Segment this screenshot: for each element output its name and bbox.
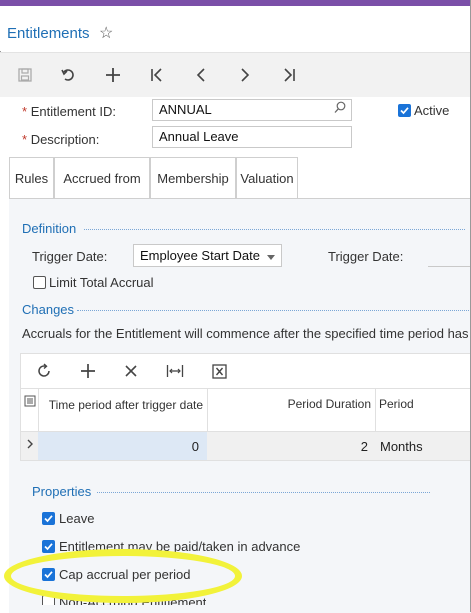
first-record-icon[interactable]: [144, 53, 170, 97]
definition-section-title: Definition: [22, 221, 77, 236]
undo-icon[interactable]: [56, 53, 82, 97]
entitlement-id-input[interactable]: ANNUAL: [152, 99, 352, 121]
row-expand-chevron-icon[interactable]: [26, 438, 34, 453]
limit-total-accrual-checkbox[interactable]: Limit Total Accrual: [33, 275, 154, 290]
leave-checkbox-box[interactable]: [42, 512, 55, 525]
tab-rules[interactable]: Rules: [9, 157, 54, 199]
dropdown-arrow-icon: [267, 248, 275, 264]
trigger-date-select[interactable]: Employee Start Date: [133, 244, 282, 267]
entitlement-id-label-text: Entitlement ID:: [30, 104, 116, 119]
tab-membership[interactable]: Membership: [150, 157, 236, 199]
active-label: Active: [414, 103, 450, 118]
trigger-date-2-field[interactable]: [428, 266, 471, 267]
fit-columns-icon[interactable]: [166, 364, 184, 381]
row-selector-header-icon[interactable]: [24, 395, 36, 410]
record-toolbar: [0, 52, 471, 98]
cell-period-duration[interactable]: 2: [211, 439, 368, 454]
page-title: Entitlements: [7, 25, 90, 42]
changes-divider: [77, 310, 471, 311]
required-mark: *: [22, 104, 28, 119]
previous-record-icon[interactable]: [188, 53, 214, 97]
grid-header: Time period after trigger date Period Du…: [20, 389, 471, 432]
limit-total-accrual-box[interactable]: [33, 276, 46, 289]
required-mark: *: [22, 132, 28, 147]
column-separator: [375, 389, 376, 432]
leave-checkbox[interactable]: Leave: [42, 511, 94, 526]
changes-description: Accruals for the Entitlement will commen…: [22, 326, 469, 341]
delete-row-icon[interactable]: [124, 364, 138, 381]
table-row[interactable]: 0 2 Months: [20, 432, 471, 461]
leave-label: Leave: [59, 511, 95, 526]
description-label: * Description:: [22, 132, 99, 147]
add-icon[interactable]: [100, 53, 126, 97]
search-icon[interactable]: [334, 101, 346, 119]
tab-valuation[interactable]: Valuation: [236, 157, 298, 199]
highlight-annotation: [4, 549, 242, 603]
tab-accrued-from[interactable]: Accrued from: [54, 157, 150, 199]
last-record-icon[interactable]: [276, 53, 302, 97]
entitlement-id-value: ANNUAL: [159, 102, 212, 117]
description-input[interactable]: Annual Leave: [152, 126, 352, 148]
changes-section-title: Changes: [22, 302, 75, 317]
description-label-text: Description:: [30, 132, 100, 147]
column-separator: [207, 389, 208, 432]
entitlement-id-label: * Entitlement ID:: [22, 104, 116, 119]
add-row-icon[interactable]: [80, 363, 96, 382]
favorite-star-icon[interactable]: ☆: [99, 23, 113, 43]
trigger-date-label: Trigger Date:: [32, 249, 108, 264]
active-checkbox[interactable]: Active: [398, 103, 449, 118]
description-value: Annual Leave: [159, 129, 239, 144]
column-header-period-duration[interactable]: Period Duration: [211, 397, 371, 411]
trigger-date-value: Employee Start Date: [140, 247, 260, 263]
grid-toolbar: [20, 353, 471, 389]
active-checkbox-box[interactable]: [398, 104, 411, 117]
trigger-date-2-label: Trigger Date:: [328, 249, 404, 264]
column-header-time-period[interactable]: Time period after trigger date: [43, 397, 203, 413]
save-icon[interactable]: [12, 53, 38, 97]
column-header-period[interactable]: Period: [379, 397, 414, 411]
refresh-icon[interactable]: [36, 363, 52, 382]
properties-divider: [97, 492, 430, 493]
cell-time-period[interactable]: 0: [43, 439, 199, 454]
limit-total-accrual-label: Limit Total Accrual: [49, 275, 154, 290]
properties-section-title: Properties: [32, 484, 92, 499]
export-excel-icon[interactable]: [212, 364, 227, 382]
definition-divider: [84, 229, 465, 230]
next-record-icon[interactable]: [232, 53, 258, 97]
column-separator: [38, 389, 39, 432]
cell-period[interactable]: Months: [380, 439, 423, 454]
paid-in-advance-checkbox-box[interactable]: [42, 540, 55, 553]
